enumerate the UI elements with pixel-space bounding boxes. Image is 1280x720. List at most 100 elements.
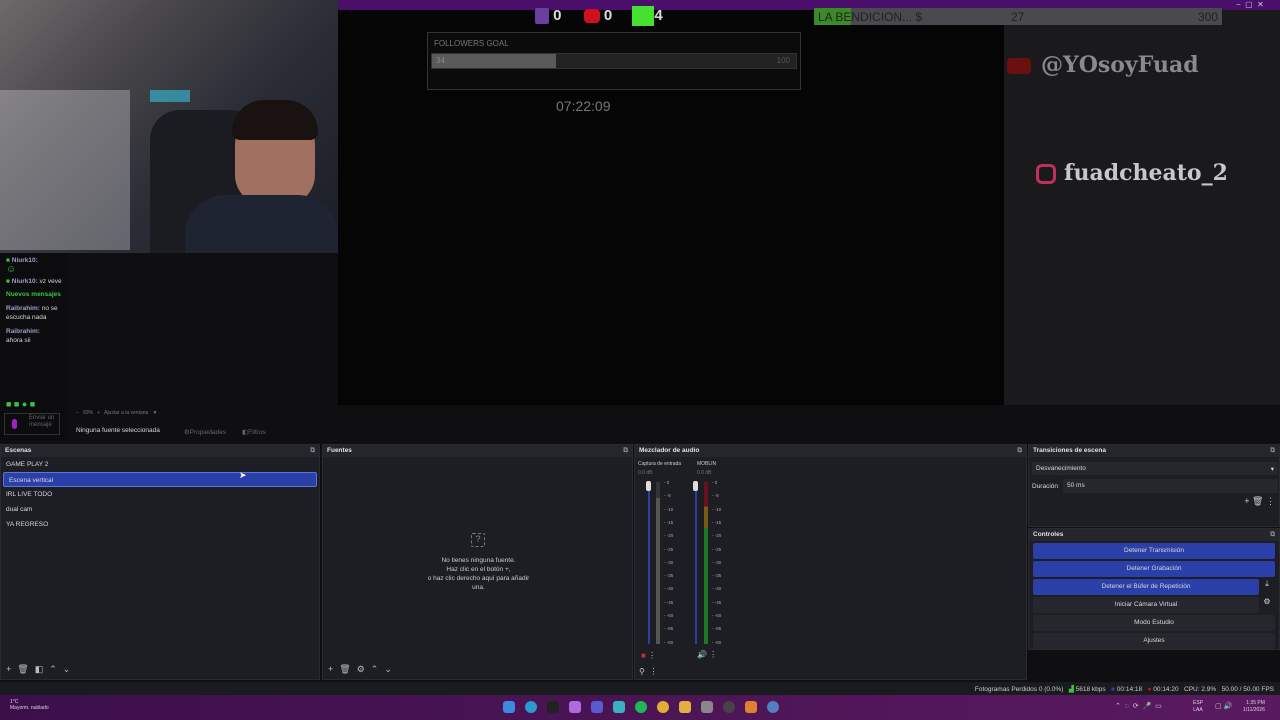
scene-item[interactable]: IRL LIVE TODO	[1, 487, 319, 502]
scenes-toolbar: + 🗑 ◧ ⌃ ⌄	[6, 664, 76, 675]
twitch-count: 0	[553, 6, 562, 24]
mouse-cursor: ➤	[239, 470, 247, 480]
zoom-level: 69%	[83, 410, 94, 416]
instagram-handle: fuadcheato_2	[1064, 160, 1228, 186]
chevron-down-icon[interactable]: ⌄	[63, 664, 71, 675]
muted-speaker-icon[interactable]: ■ ⋮	[641, 651, 656, 660]
meter-tick-label: - -45	[712, 599, 722, 605]
undock-icon[interactable]: ⧉	[623, 447, 628, 455]
record-time: 00:14:20	[1153, 686, 1179, 693]
add-icon[interactable]: +	[6, 664, 11, 674]
filter-icon[interactable]: ◧	[35, 664, 44, 675]
channel-db: 0.0 dB	[638, 470, 653, 476]
add-icon[interactable]: +	[328, 664, 333, 674]
undock-icon[interactable]: ⧉	[1270, 531, 1275, 539]
chevron-up-icon[interactable]: ⌃	[49, 664, 57, 675]
followers-goal-label: FOLLOWERS GOAL	[434, 39, 509, 48]
followers-goal-target: 100	[776, 56, 790, 65]
scene-item[interactable]: YA REGRESO	[1, 517, 319, 532]
language-indicator[interactable]: ESP LAA	[1193, 700, 1203, 714]
scene-item-selected[interactable]: Escena vertical	[3, 472, 317, 487]
undock-icon[interactable]: ⧉	[310, 447, 315, 455]
menu-icon[interactable]: ⋮	[649, 667, 657, 676]
scene-item[interactable]: GAME PLAY 2	[1, 457, 319, 472]
chevron-down-icon[interactable]: ⌄	[384, 664, 392, 675]
app-icon[interactable]	[745, 701, 757, 713]
speaker-icon[interactable]: 🔊 ⋮	[697, 650, 717, 659]
chrome-icon[interactable]	[657, 701, 669, 713]
mixer-toolbar: ⚲ ⋮	[639, 667, 657, 676]
chat-input[interactable]: Enviar un mensaje	[4, 413, 60, 435]
gear-icon[interactable]: ⚙	[357, 664, 365, 675]
meter-tick-label: - -55	[664, 626, 674, 632]
window-controls[interactable]: − ▢ ✕	[1236, 0, 1264, 9]
volume-slider[interactable]	[648, 482, 650, 644]
webcam-feed	[0, 0, 338, 253]
undock-icon[interactable]: ⧉	[1270, 447, 1275, 455]
streamer-hair	[232, 100, 318, 140]
trash-icon[interactable]: 🗑	[17, 664, 28, 675]
fit-window-select[interactable]: Ajustar a la ventana	[104, 410, 148, 416]
settings-button[interactable]: Ajustes	[1033, 633, 1275, 649]
spotify-icon[interactable]	[635, 701, 647, 713]
clock[interactable]: 1:35 PM 1/11/2026	[1243, 700, 1265, 714]
gear-icon[interactable]: ⚙	[1259, 597, 1275, 613]
sources-empty-message: No tienes ninguna fuente. Haz clic en el …	[427, 557, 530, 591]
scene-item[interactable]: dual cam	[1, 502, 319, 517]
stop-streaming-button[interactable]: Detener Transmisión	[1033, 543, 1275, 559]
meter-tick-label: - -40	[712, 586, 722, 592]
fps: 50.00 / 50.00 FPS	[1221, 686, 1274, 693]
pc-case	[0, 90, 130, 250]
undock-icon[interactable]: ⧉	[1017, 447, 1022, 455]
trash-icon[interactable]: 🗑	[339, 664, 350, 675]
add-icon[interactable]: +	[1244, 496, 1249, 506]
transition-select[interactable]: Desvanecimiento ▾	[1032, 462, 1278, 475]
copilot-icon[interactable]	[569, 701, 581, 713]
stop-recording-button[interactable]: Detener Grabación	[1033, 561, 1275, 577]
app-icon[interactable]	[547, 701, 559, 713]
mic-icon	[12, 419, 17, 429]
volume-slider[interactable]	[695, 482, 697, 644]
donation-goal-label: LA BENDICION... $	[818, 10, 923, 24]
notepad-icon[interactable]	[613, 701, 625, 713]
network-volume-icons[interactable]: ▢ 🔊	[1215, 702, 1232, 710]
chevron-up-icon[interactable]: ⌃	[371, 664, 379, 675]
volume-slider-handle[interactable]	[693, 481, 698, 491]
app-icon[interactable]	[767, 701, 779, 713]
stop-replay-buffer-button[interactable]: Detener el Búfer de Repetición	[1033, 579, 1259, 595]
channel-db: 0.0 dB	[697, 470, 712, 476]
meter-tick-label: - -30	[664, 559, 674, 565]
filters-button[interactable]: ◧Filtros	[242, 429, 266, 436]
start-virtual-camera-button[interactable]: Iniciar Cámara Virtual	[1033, 597, 1259, 613]
folder-icon[interactable]	[679, 701, 691, 713]
start-icon[interactable]	[503, 701, 515, 713]
save-replay-icon[interactable]: ⤓	[1259, 579, 1275, 595]
edge-icon[interactable]	[525, 701, 537, 713]
kick-count: 4	[654, 6, 663, 24]
stream-icon: ■	[1111, 686, 1115, 693]
duration-spinbox[interactable]: 50 ms	[1063, 479, 1278, 493]
new-messages-label[interactable]: Nuevos mensajes	[6, 290, 62, 299]
weather-widget[interactable]: 1°C Mayorm. nublado	[10, 699, 49, 711]
volume-slider-handle[interactable]	[646, 481, 651, 491]
badge-icon: ■	[6, 257, 10, 264]
obs-icon[interactable]	[723, 701, 735, 713]
properties-button[interactable]: ⚙Propiedades	[184, 429, 226, 436]
platform-counters: 0 0 4	[535, 6, 663, 26]
link-icon[interactable]: ⚲	[639, 667, 645, 676]
teams-icon[interactable]	[591, 701, 603, 713]
studio-mode-button[interactable]: Modo Estudio	[1033, 615, 1275, 631]
zoom-bar: − 69% + Ajustar a la ventana ▼	[76, 410, 158, 416]
trash-icon[interactable]: 🗑	[1252, 496, 1263, 506]
meter-tick-label: - -50	[664, 613, 674, 618]
bitrate: 5618 kbps	[1075, 686, 1106, 693]
menu-icon[interactable]: ⋮	[1266, 496, 1275, 506]
zoom-out-button[interactable]: −	[76, 410, 79, 416]
tray-icons[interactable]: ⌃ ◌ ⟳ 🎤 ▭	[1115, 702, 1162, 710]
status-bar: Fotogramas Perdidos 0 (0.0%) ▟ 5618 kbps…	[0, 682, 1280, 695]
app-icon[interactable]	[701, 701, 713, 713]
chat-emote-buttons[interactable]: ■ ■ ● ■	[6, 400, 35, 409]
controls-dock: Controles ⧉ Detener Transmisión Detener G…	[1028, 528, 1280, 650]
channel-name: MOBLIN	[697, 461, 717, 467]
zoom-in-button[interactable]: +	[97, 410, 100, 416]
